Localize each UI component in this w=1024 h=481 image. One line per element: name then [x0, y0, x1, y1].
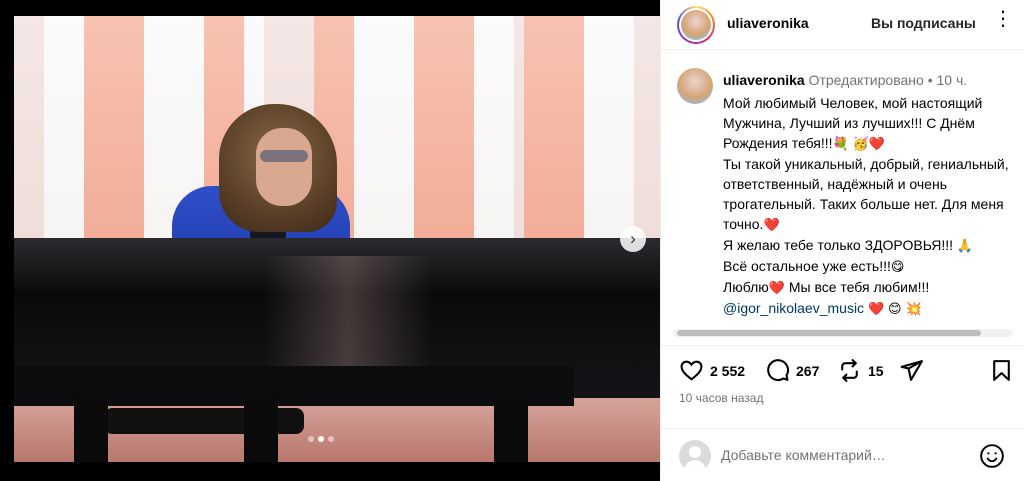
heart-icon	[680, 360, 703, 381]
comment-icon	[767, 359, 790, 382]
action-bar: 2 552 267 15	[661, 345, 1024, 395]
meta-separator: •	[927, 72, 933, 88]
caption-text: Мой любимый Человек, мой настоящий Мужчи…	[723, 93, 1019, 319]
caption-line-3: Я желаю тебе только ЗДОРОВЬЯ!!!	[723, 237, 954, 253]
repost-icon	[841, 359, 858, 382]
mention-link[interactable]: @igor_nikolaev_music	[723, 300, 864, 316]
heart-emoji: ❤️	[868, 136, 885, 151]
caption-username[interactable]: uliaveronika	[723, 72, 805, 88]
author-avatar[interactable]	[677, 6, 715, 44]
user-avatar	[679, 440, 711, 472]
more-horizontal-icon[interactable]: ⋮	[993, 9, 1013, 29]
post-header: uliaveronika Вы подписаны ⋮	[661, 0, 1024, 50]
bookmark-icon	[993, 360, 1010, 381]
caption-line-6: Мы все тебя любим!!!	[788, 279, 930, 295]
pray-emoji: 🙏	[956, 238, 974, 253]
caption-time: 10 ч.	[936, 72, 968, 88]
caption-line-5: Люблю	[723, 279, 769, 295]
caption-meta: uliaveronika Отредактировано • 10 ч.	[723, 72, 967, 88]
post-media: ›	[0, 0, 660, 481]
caption-section: uliaveronika Отредактировано • 10 ч. Мой…	[661, 58, 1024, 340]
heart-emoji: ❤️	[763, 217, 780, 232]
post-sidebar: uliaveronika Вы подписаны ⋮ uliaveronika…	[660, 0, 1024, 481]
horizontal-scrollbar[interactable]	[673, 329, 1013, 337]
sparkle-emoji: 💥	[905, 301, 922, 316]
next-slide-button[interactable]: ›	[620, 226, 646, 252]
edited-label: Отредактировано	[808, 72, 924, 88]
caption-line-4: Всё остальное уже есть!!!	[723, 258, 891, 274]
like-button[interactable]: 2 552	[679, 358, 745, 383]
repost-button[interactable]: 15	[837, 358, 884, 383]
chevron-right-icon: ›	[630, 229, 636, 248]
slide-dot	[308, 436, 314, 442]
bouquet-emoji: 💐	[832, 136, 849, 151]
comment-bar	[661, 428, 1024, 481]
following-button[interactable]: Вы подписаны	[871, 15, 976, 31]
yum-emoji: 😋	[890, 259, 905, 274]
comment-input[interactable]	[721, 441, 961, 469]
share-button[interactable]	[899, 358, 924, 383]
slide-indicator	[308, 436, 334, 442]
save-button[interactable]	[989, 358, 1014, 383]
slide-dot-active	[318, 436, 324, 442]
emoji-icon[interactable]	[979, 443, 1005, 469]
send-icon	[900, 360, 923, 381]
post-photo[interactable]	[14, 16, 660, 462]
reposts-count: 15	[868, 362, 884, 379]
post-timestamp[interactable]: 10 часов назад	[679, 391, 763, 405]
caption-avatar[interactable]	[677, 68, 713, 104]
slide-dot	[328, 436, 334, 442]
comment-button[interactable]: 267	[765, 358, 819, 383]
heart-emoji: ❤️	[768, 280, 785, 295]
likes-count[interactable]: 2 552	[710, 363, 745, 379]
comments-count: 267	[796, 362, 820, 379]
blush-emoji: 😊	[888, 301, 902, 316]
author-username[interactable]: uliaveronika	[727, 15, 809, 31]
party-face-emoji: 🥳	[852, 136, 869, 151]
heart-emoji: ❤️	[867, 301, 885, 316]
scrollbar-thumb[interactable]	[677, 330, 981, 336]
